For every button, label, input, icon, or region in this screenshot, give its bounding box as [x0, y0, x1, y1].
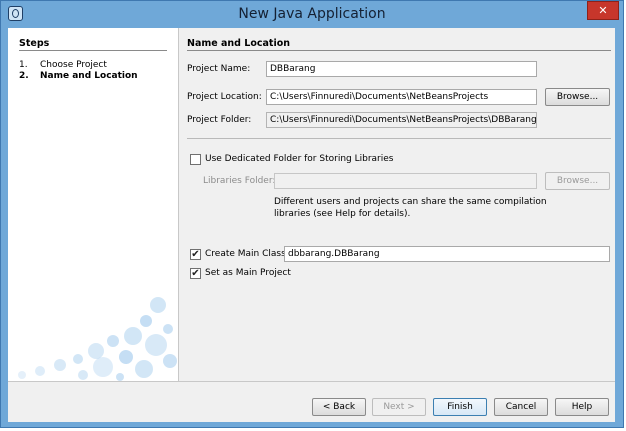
set-main-project-checkbox[interactable]: ✔	[190, 268, 201, 279]
libraries-folder-label: Libraries Folder:	[203, 176, 276, 186]
title-bar[interactable]: New Java Application ✕	[1, 1, 623, 28]
button-bar: < Back Next > Finish Cancel Help	[8, 381, 615, 422]
project-name-label: Project Name:	[187, 64, 251, 74]
check-icon: ✔	[191, 268, 200, 279]
project-folder-label: Project Folder:	[187, 115, 252, 125]
project-name-input[interactable]: DBBarang	[266, 61, 537, 77]
help-button[interactable]: Help	[555, 398, 609, 416]
close-button[interactable]: ✕	[587, 1, 619, 20]
cancel-button[interactable]: Cancel	[494, 398, 548, 416]
dialog-client-area: Steps 1. Choose Project 2. Name and Locati…	[8, 28, 615, 422]
section-title: Name and Location	[187, 38, 291, 49]
check-icon: ✔	[191, 249, 200, 260]
steps-panel: Steps 1. Choose Project 2. Name and Locati…	[8, 28, 179, 381]
main-class-input[interactable]: dbbarang.DBBarang	[284, 246, 610, 262]
libraries-description-line2: libraries (see Help for details).	[274, 209, 411, 219]
project-location-label: Project Location:	[187, 92, 262, 102]
section-divider	[187, 50, 611, 51]
dedicated-folder-label: Use Dedicated Folder for Storing Librari…	[205, 154, 394, 164]
set-main-project-label: Set as Main Project	[205, 268, 291, 278]
form-separator	[187, 138, 611, 139]
browse-location-button[interactable]: Browse...	[545, 88, 610, 106]
dedicated-folder-checkbox[interactable]	[190, 154, 201, 165]
project-folder-field[interactable]: C:\Users\Finnuredi\Documents\NetBeansPro…	[266, 112, 537, 128]
decorative-bubbles-image	[18, 297, 177, 381]
browse-libraries-button[interactable]: Browse...	[545, 172, 610, 190]
window-title: New Java Application	[238, 6, 386, 22]
next-button[interactable]: Next >	[372, 398, 426, 416]
steps-heading: Steps	[19, 38, 50, 49]
project-location-input[interactable]: C:\Users\Finnuredi\Documents\NetBeansPro…	[266, 89, 537, 105]
back-button[interactable]: < Back	[312, 398, 366, 416]
name-location-panel: Name and Location Project Name: DBBarang…	[179, 28, 615, 381]
steps-divider	[19, 50, 167, 51]
libraries-folder-input[interactable]	[274, 173, 537, 189]
dialog-window: New Java Application ✕ Steps 1. Choose Pr…	[0, 0, 624, 428]
finish-button[interactable]: Finish	[433, 398, 487, 416]
create-main-class-label: Create Main Class	[205, 249, 286, 259]
create-main-class-checkbox[interactable]: ✔	[190, 249, 201, 260]
step-name-and-location: 2. Name and Location	[19, 71, 138, 81]
step-choose-project: 1. Choose Project	[19, 60, 107, 70]
